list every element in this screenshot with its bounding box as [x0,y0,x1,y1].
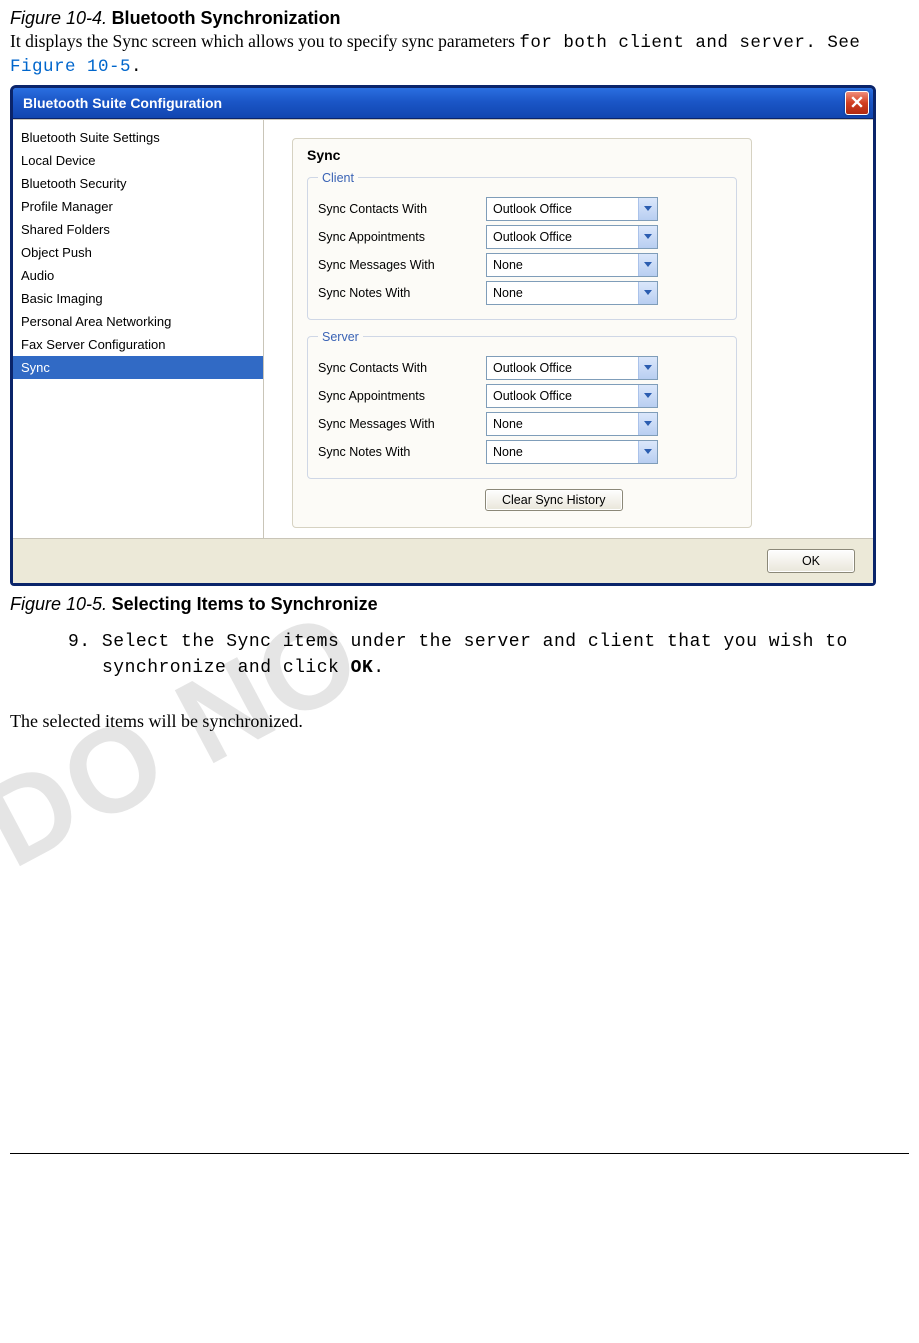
intro-serif: It displays the Sync screen which allows… [10,31,519,51]
clear-sync-history-button[interactable]: Clear Sync History [485,489,623,511]
dropdown-server-notes[interactable]: None [486,440,658,464]
dropdown-client-appointments[interactable]: Outlook Office [486,225,658,249]
step-number: 9. [68,632,91,652]
ok-button[interactable]: OK [767,549,855,573]
client-row-messages: Sync Messages With None [318,253,726,277]
chevron-down-icon [638,441,657,463]
close-button[interactable] [845,91,869,115]
server-legend: Server [318,330,363,344]
dropdown-value: Outlook Office [487,389,638,403]
client-row-contacts: Sync Contacts With Outlook Office [318,197,726,221]
sidebar-item-local-device[interactable]: Local Device [13,149,263,172]
dropdown-value: Outlook Office [487,202,638,216]
field-label: Sync Appointments [318,230,486,244]
panel-title: Sync [307,147,737,163]
server-row-notes: Sync Notes With None [318,440,726,464]
window-title: Bluetooth Suite Configuration [23,95,222,111]
sidebar-item-shared-folders[interactable]: Shared Folders [13,218,263,241]
chevron-down-icon [638,413,657,435]
config-window: Bluetooth Suite Configuration Bluetooth … [10,85,876,586]
step-bold-ok: OK [351,658,374,678]
sidebar-item-personal-area-networking[interactable]: Personal Area Networking [13,310,263,333]
field-label: Sync Notes With [318,286,486,300]
server-row-contacts: Sync Contacts With Outlook Office [318,356,726,380]
dropdown-value: Outlook Office [487,361,638,375]
chevron-down-icon [638,254,657,276]
intro-mono-b: . [131,57,142,77]
intro-mono-a: for both client and server. See [519,33,860,53]
dropdown-value: None [487,286,638,300]
client-row-appointments: Sync Appointments Outlook Office [318,225,726,249]
figure-label: Figure 10-4. [10,8,107,28]
dropdown-server-messages[interactable]: None [486,412,658,436]
titlebar: Bluetooth Suite Configuration [13,88,873,119]
figure-label: Figure 10-5. [10,594,107,614]
step-9: 9. Select the Sync items under the serve… [68,629,909,681]
figure-10-5-caption: Figure 10-5. Selecting Items to Synchron… [10,594,909,615]
result-paragraph: The selected items will be synchronized. [10,709,909,733]
dropdown-client-contacts[interactable]: Outlook Office [486,197,658,221]
sidebar-item-bluetooth-security[interactable]: Bluetooth Security [13,172,263,195]
sidebar-item-basic-imaging[interactable]: Basic Imaging [13,287,263,310]
client-legend: Client [318,171,358,185]
figure-10-4-caption: Figure 10-4. Bluetooth Synchronization [10,8,909,29]
figure-title: Selecting Items to Synchronize [112,594,378,614]
server-row-appointments: Sync Appointments Outlook Office [318,384,726,408]
figure-title: Bluetooth Synchronization [112,8,341,28]
sidebar: Bluetooth Suite Settings Local Device Bl… [13,120,264,538]
dropdown-value: None [487,258,638,272]
sidebar-item-sync[interactable]: Sync [13,356,263,379]
close-icon [851,95,863,111]
server-row-messages: Sync Messages With None [318,412,726,436]
field-label: Sync Appointments [318,389,486,403]
server-fieldset: Server Sync Contacts With Outlook Office… [307,330,737,479]
sidebar-item-bluetooth-suite-settings[interactable]: Bluetooth Suite Settings [13,126,263,149]
client-fieldset: Client Sync Contacts With Outlook Office… [307,171,737,320]
dropdown-value: None [487,445,638,459]
step-text-b: . [373,658,384,678]
chevron-down-icon [638,226,657,248]
main-panel-area: Sync Client Sync Contacts With Outlook O… [264,120,873,538]
chevron-down-icon [638,198,657,220]
chevron-down-icon [638,385,657,407]
sidebar-item-object-push[interactable]: Object Push [13,241,263,264]
chevron-down-icon [638,282,657,304]
sidebar-item-profile-manager[interactable]: Profile Manager [13,195,263,218]
field-label: Sync Messages With [318,417,486,431]
field-label: Sync Contacts With [318,361,486,375]
sync-panel: Sync Client Sync Contacts With Outlook O… [292,138,752,528]
step-text-a: Select the Sync items under the server a… [91,632,848,678]
field-label: Sync Notes With [318,445,486,459]
dropdown-value: Outlook Office [487,230,638,244]
field-label: Sync Messages With [318,258,486,272]
dropdown-value: None [487,417,638,431]
dropdown-client-messages[interactable]: None [486,253,658,277]
window-footer: OK [13,538,873,583]
client-row-notes: Sync Notes With None [318,281,726,305]
figure-cross-ref[interactable]: Figure 10-5 [10,57,131,77]
dropdown-server-contacts[interactable]: Outlook Office [486,356,658,380]
dropdown-client-notes[interactable]: None [486,281,658,305]
sidebar-item-fax-server-configuration[interactable]: Fax Server Configuration [13,333,263,356]
page-footer-rule [10,1153,909,1154]
sidebar-item-audio[interactable]: Audio [13,264,263,287]
field-label: Sync Contacts With [318,202,486,216]
intro-paragraph: It displays the Sync screen which allows… [10,31,909,79]
chevron-down-icon [638,357,657,379]
dropdown-server-appointments[interactable]: Outlook Office [486,384,658,408]
